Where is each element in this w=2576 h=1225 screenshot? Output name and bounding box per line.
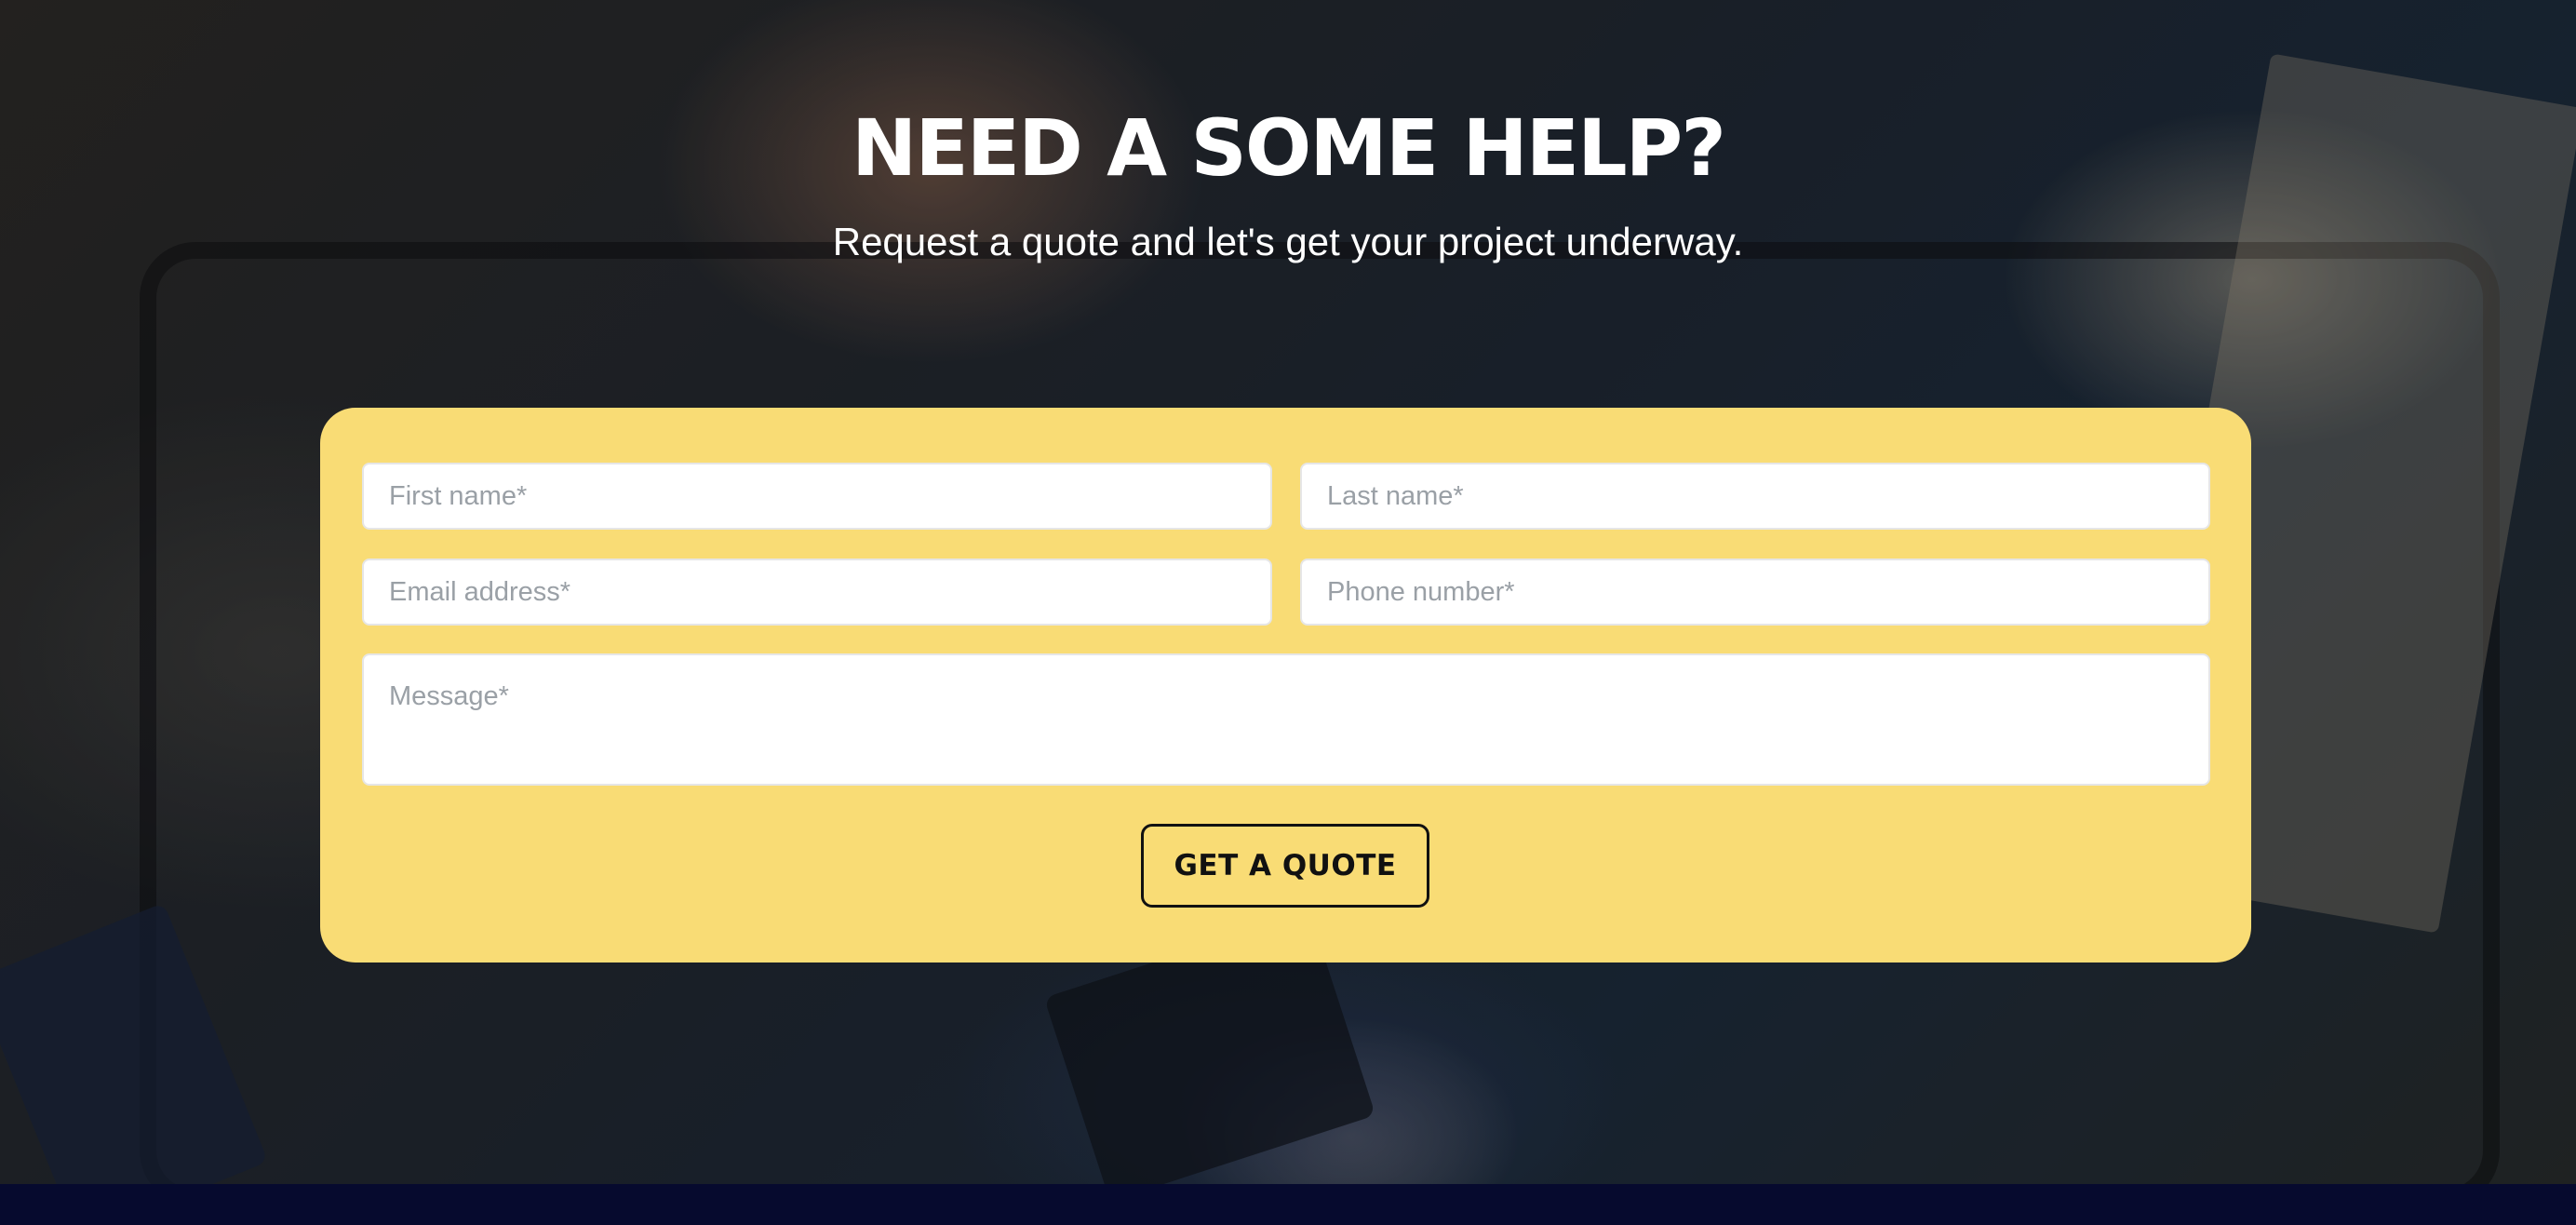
hero-section: NEED A SOME HELP? Request a quote and le… — [0, 0, 2576, 1184]
quote-form: GET A QUOTE — [320, 408, 2251, 962]
message-textarea[interactable] — [362, 653, 2210, 786]
page-title: NEED A SOME HELP? — [852, 102, 1726, 194]
first-name-input[interactable] — [362, 463, 1272, 530]
email-input[interactable] — [362, 559, 1272, 626]
page-subtitle: Request a quote and let's get your proje… — [832, 220, 1744, 263]
get-quote-button[interactable]: GET A QUOTE — [1141, 824, 1429, 908]
last-name-input[interactable] — [1300, 463, 2210, 530]
footer-bar — [0, 1184, 2576, 1225]
phone-input[interactable] — [1300, 559, 2210, 626]
